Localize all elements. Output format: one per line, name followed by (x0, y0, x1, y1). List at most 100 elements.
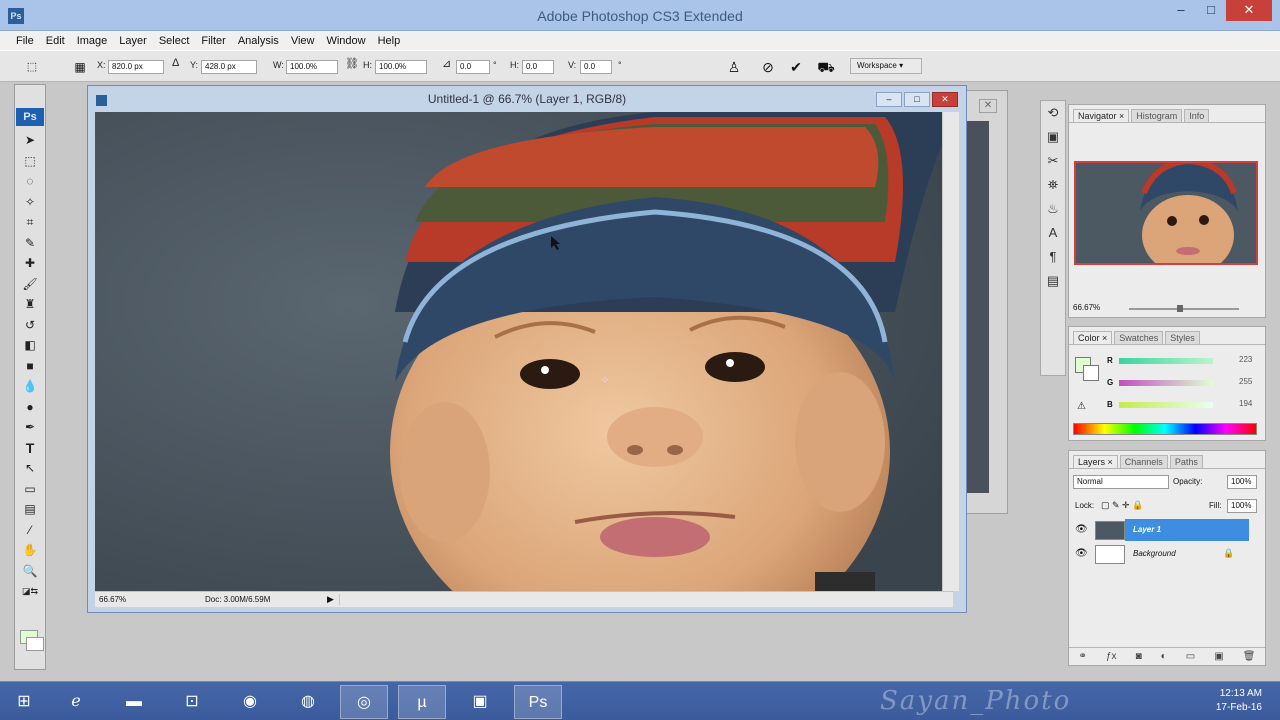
new-group-icon[interactable]: ▭ (1186, 648, 1195, 665)
tab-color[interactable]: Color × (1073, 331, 1113, 344)
firefox-icon[interactable]: ◍ (284, 685, 332, 719)
document-close-button[interactable]: ✕ (932, 92, 958, 107)
clone-source-icon[interactable]: ♨ (1041, 197, 1065, 221)
y-position-field[interactable]: 428.0 px (201, 60, 257, 74)
default-colors-icon[interactable]: ◪⇆ (15, 581, 45, 602)
workspace-button[interactable]: Workspace ▾ (850, 58, 922, 74)
minimize-button[interactable]: – (1166, 0, 1196, 21)
layer-mask-icon[interactable]: ◙ (1136, 648, 1142, 665)
healing-brush-tool-icon[interactable]: ✚ (15, 253, 45, 274)
x-position-field[interactable]: 820.0 px (108, 60, 164, 74)
paragraph-panel-icon[interactable]: ¶ (1041, 245, 1065, 269)
blue-channel-slider[interactable] (1119, 402, 1213, 408)
brush-tool-icon[interactable]: 🖌 (15, 274, 45, 295)
background-document-close-button[interactable]: ✕ (979, 99, 997, 113)
red-channel-slider[interactable] (1119, 358, 1213, 364)
camera-app-icon[interactable]: ◉ (226, 685, 274, 719)
start-button[interactable]: ⊞ (0, 685, 48, 719)
character-panel-icon[interactable]: A (1041, 221, 1065, 245)
menu-layer[interactable]: Layer (113, 35, 153, 47)
fill-field[interactable]: 100% (1227, 499, 1257, 513)
menu-image[interactable]: Image (71, 35, 114, 47)
magic-wand-tool-icon[interactable]: ✧ (15, 192, 45, 213)
out-of-gamut-warning-icon[interactable]: ⚠ (1077, 401, 1086, 412)
warp-icon[interactable]: ♙ (724, 57, 744, 77)
menu-view[interactable]: View (285, 35, 321, 47)
pen-tool-icon[interactable]: ✒ (15, 417, 45, 438)
link-icon[interactable]: ⛓ (345, 57, 359, 70)
tab-info[interactable]: Info (1184, 109, 1210, 122)
menu-filter[interactable]: Filter (195, 35, 231, 47)
blend-mode-select[interactable]: Normal (1073, 475, 1169, 489)
tab-paths[interactable]: Paths (1169, 455, 1203, 468)
navigator-thumbnail[interactable] (1074, 161, 1258, 265)
media-app-icon[interactable]: ▣ (456, 685, 504, 719)
document-canvas[interactable]: ✧ (95, 112, 953, 591)
tab-channels[interactable]: Channels (1119, 455, 1168, 468)
tab-navigator[interactable]: Navigator × (1073, 109, 1130, 122)
lock-options-icon[interactable]: ▢ ✎ ✛ 🔒 (1101, 500, 1143, 511)
layer-style-icon[interactable]: ƒx (1106, 648, 1117, 665)
navigator-zoom-slider[interactable] (1129, 305, 1239, 312)
menu-help[interactable]: Help (372, 35, 407, 47)
tool-preset-icon[interactable]: ⬚ (22, 57, 42, 77)
h-skew-field[interactable]: 0.0 (522, 60, 554, 74)
color-background-swatch[interactable] (1083, 365, 1099, 381)
utorrent-icon[interactable]: µ (398, 685, 446, 719)
tab-histogram[interactable]: Histogram (1131, 109, 1183, 122)
menu-edit[interactable]: Edit (40, 35, 71, 47)
angle-field[interactable]: 0.0 (456, 60, 490, 74)
shape-tool-icon[interactable]: ▭ (15, 479, 45, 500)
maximize-button[interactable]: □ (1196, 0, 1226, 21)
close-button[interactable]: ✕ (1226, 0, 1272, 21)
reference-point-icon[interactable]: ▦ (70, 57, 90, 77)
blue-channel-value[interactable]: 194 (1239, 399, 1252, 408)
width-field[interactable]: 100.0% (286, 60, 338, 74)
internet-explorer-icon[interactable]: ℯ (52, 685, 100, 719)
tab-layers[interactable]: Layers × (1073, 455, 1118, 468)
chrome-icon[interactable]: ◎ (340, 685, 388, 719)
red-channel-value[interactable]: 223 (1239, 355, 1252, 364)
navigator-zoom-value[interactable]: 66.67% (1073, 303, 1100, 312)
dodge-tool-icon[interactable]: ● (15, 397, 45, 418)
bridge-icon[interactable]: ⛟ (816, 57, 836, 77)
tab-swatches[interactable]: Swatches (1114, 331, 1164, 344)
history-panel-icon[interactable]: ⟲ (1041, 101, 1065, 125)
layer-row[interactable]: 👁 Background 🔒 (1073, 543, 1253, 565)
menu-select[interactable]: Select (153, 35, 196, 47)
store-app-icon[interactable]: ⊡ (168, 685, 216, 719)
layer-comps-icon[interactable]: ▤ (1041, 269, 1065, 293)
commit-transform-icon[interactable]: ✔ (786, 57, 806, 77)
green-channel-value[interactable]: 255 (1239, 377, 1252, 386)
photoshop-taskbar-icon[interactable]: Ps (514, 685, 562, 719)
document-vertical-scrollbar[interactable] (942, 112, 959, 591)
lasso-tool-icon[interactable]: ◌ (15, 171, 45, 192)
slice-tool-icon[interactable]: ✎ (15, 233, 45, 254)
delete-layer-icon[interactable]: 🗑 (1243, 648, 1256, 665)
visibility-eye-icon[interactable]: 👁 (1075, 548, 1088, 559)
marquee-tool-icon[interactable]: ⬚ (15, 151, 45, 172)
menu-window[interactable]: Window (320, 35, 371, 47)
visibility-eye-icon[interactable]: 👁 (1075, 524, 1088, 535)
cancel-transform-icon[interactable]: ⊘ (758, 57, 778, 77)
document-maximize-button[interactable]: □ (904, 92, 930, 107)
new-layer-icon[interactable]: ▣ (1214, 648, 1223, 665)
tab-styles[interactable]: Styles (1165, 331, 1200, 344)
green-channel-slider[interactable] (1119, 380, 1213, 386)
crop-tool-icon[interactable]: ⌗ (15, 212, 45, 233)
eyedropper-tool-icon[interactable]: ⁄ (15, 520, 45, 541)
menu-analysis[interactable]: Analysis (232, 35, 285, 47)
system-clock[interactable]: 12:13 AM 17-Feb-16 (1216, 687, 1262, 715)
gradient-tool-icon[interactable]: ■ (15, 356, 45, 377)
background-color-swatch[interactable] (26, 637, 44, 651)
status-menu-arrow-icon[interactable]: ▶ (327, 594, 334, 605)
clone-stamp-tool-icon[interactable]: ♜ (15, 294, 45, 315)
path-selection-tool-icon[interactable]: ↖ (15, 458, 45, 479)
hand-tool-icon[interactable]: ✋ (15, 540, 45, 561)
blur-tool-icon[interactable]: 💧 (15, 376, 45, 397)
document-zoom-level[interactable]: 66.67% (99, 595, 126, 604)
color-spectrum-ramp[interactable] (1073, 423, 1257, 435)
actions-panel-icon[interactable]: ▣ (1041, 125, 1065, 149)
v-skew-field[interactable]: 0.0 (580, 60, 612, 74)
layer-row[interactable]: 👁 Layer 1 (1073, 519, 1253, 541)
